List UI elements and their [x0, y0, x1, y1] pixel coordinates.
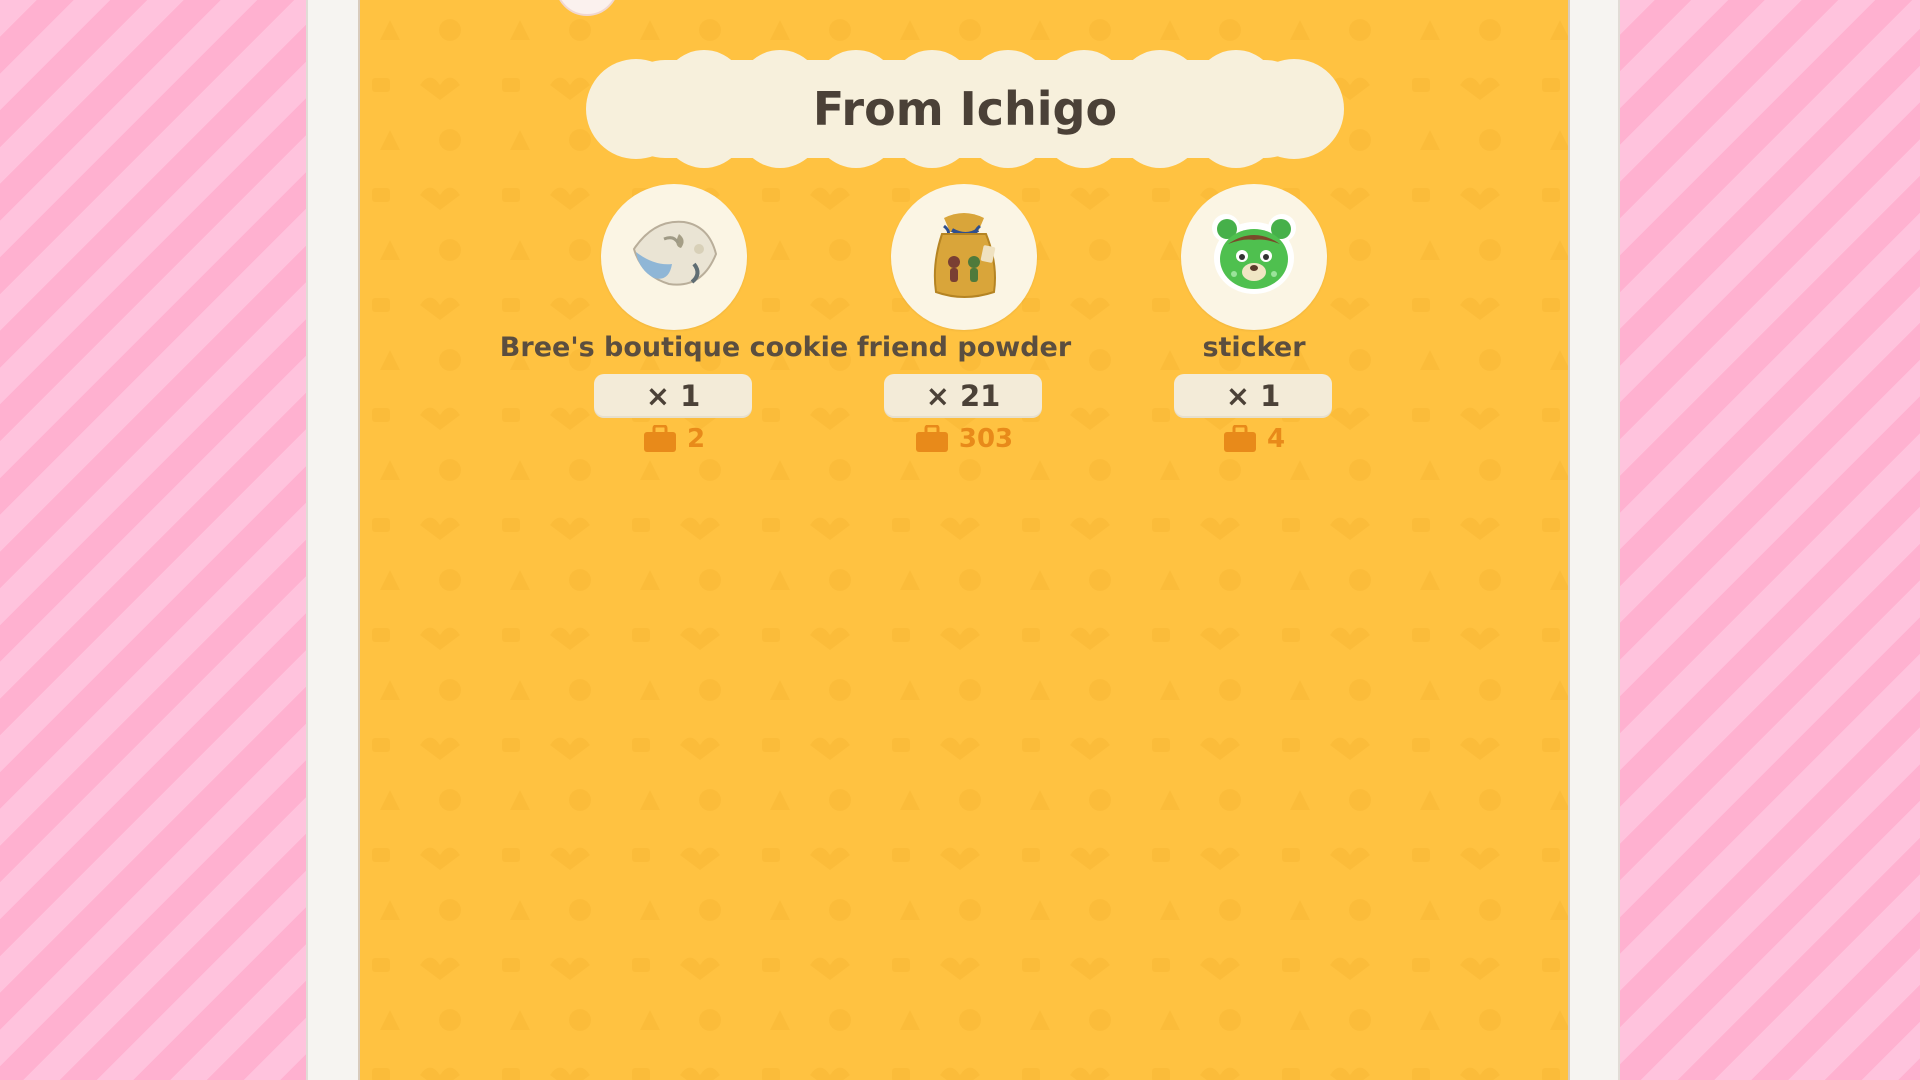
bear-sticker-icon: [1212, 214, 1296, 294]
bag-count: 2: [686, 424, 706, 454]
friend-powder-sack-icon: [933, 213, 996, 298]
gift-panel: From Ichigo Bree's boutique cookie × 1 2: [358, 0, 1570, 1080]
item-icon-circle: [1181, 184, 1327, 330]
bag-count: 303: [958, 424, 1014, 454]
bag-count: 4: [1266, 424, 1286, 454]
bag-count-row: 2: [524, 424, 824, 454]
item-name: sticker: [1202, 332, 1306, 363]
bag-icon: [1223, 425, 1256, 452]
cookie-icon: [632, 220, 718, 286]
item-quantity: × 21: [884, 374, 1042, 418]
title-banner: From Ichigo: [576, 50, 1354, 168]
gift-item-sticker[interactable]: sticker × 1 4: [1104, 184, 1404, 474]
panel-title: From Ichigo: [812, 82, 1118, 136]
gift-item-cookie[interactable]: Bree's boutique cookie × 1 2: [500, 184, 848, 474]
item-icon-circle: [601, 184, 747, 330]
item-quantity: × 1: [1174, 374, 1332, 418]
bag-icon: [915, 425, 948, 452]
bag-count-row: 303: [814, 424, 1114, 454]
item-quantity: × 1: [594, 374, 752, 418]
gift-item-friend-powder[interactable]: friend powder × 21 303: [814, 184, 1114, 474]
item-icon-circle: [891, 184, 1037, 330]
bag-icon: [643, 425, 676, 452]
bag-count-row: 4: [1104, 424, 1404, 454]
